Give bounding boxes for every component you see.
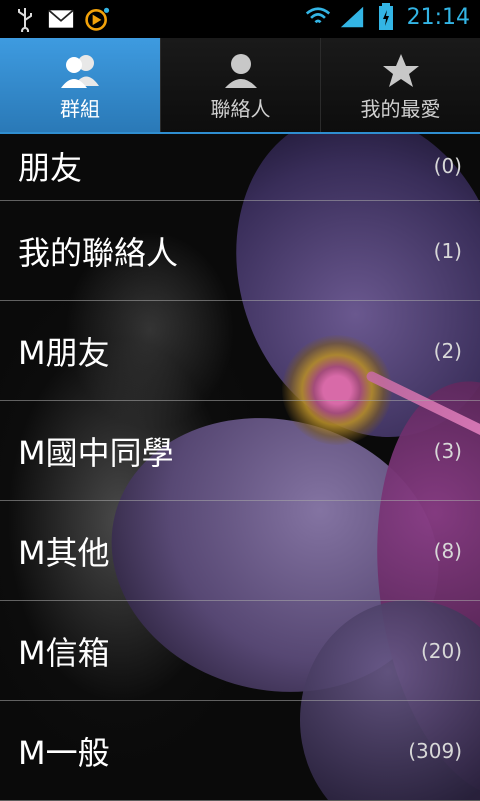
group-count: (8) [433, 538, 462, 563]
group-name: M一般 [18, 733, 110, 772]
group-count: (1) [433, 238, 462, 263]
list-item[interactable]: M信箱 (20) [0, 601, 480, 701]
groups-icon [57, 52, 103, 90]
gmail-icon [48, 6, 74, 32]
group-count: (3) [433, 438, 462, 463]
navigation-icon [84, 6, 110, 32]
status-bar: 21:14 [0, 0, 480, 38]
group-name: M朋友 [18, 333, 110, 372]
group-name: 我的聯絡人 [18, 233, 179, 272]
group-name: 朋友 [18, 149, 83, 187]
list-item[interactable]: M朋友 (2) [0, 301, 480, 401]
clock: 21:14 [406, 4, 470, 30]
tab-groups[interactable]: 群組 [0, 38, 160, 132]
list-item[interactable]: 我的聯絡人 (1) [0, 201, 480, 301]
group-count: (309) [408, 738, 462, 763]
group-count: (0) [433, 154, 462, 178]
group-count: (2) [433, 338, 462, 363]
group-name: M信箱 [18, 633, 110, 672]
group-name: M其他 [18, 533, 110, 572]
group-list: 朋友 (0) 我的聯絡人 (1) M朋友 (2) M國中同學 (3) M其他 (… [0, 132, 480, 801]
tab-label: 聯絡人 [210, 97, 271, 121]
group-name: M國中同學 [18, 433, 174, 472]
list-item[interactable]: M一般 (309) [0, 701, 480, 801]
tab-contacts[interactable]: 聯絡人 [160, 38, 320, 132]
usb-icon [12, 6, 38, 32]
list-item[interactable]: 朋友 (0) [0, 132, 480, 201]
contact-icon [218, 52, 264, 90]
signal-icon [339, 4, 365, 30]
battery-charging-icon [373, 3, 399, 30]
group-count: (20) [420, 638, 462, 663]
list-item[interactable]: M國中同學 (3) [0, 401, 480, 501]
tab-favorites[interactable]: 我的最愛 [320, 38, 480, 132]
list-item[interactable]: M其他 (8) [0, 501, 480, 601]
tab-bar: 群組 聯絡人 我的最愛 [0, 38, 480, 134]
tab-label: 我的最愛 [360, 97, 441, 121]
wifi-icon [305, 4, 331, 30]
star-icon [378, 52, 424, 90]
tab-label: 群組 [60, 97, 100, 121]
